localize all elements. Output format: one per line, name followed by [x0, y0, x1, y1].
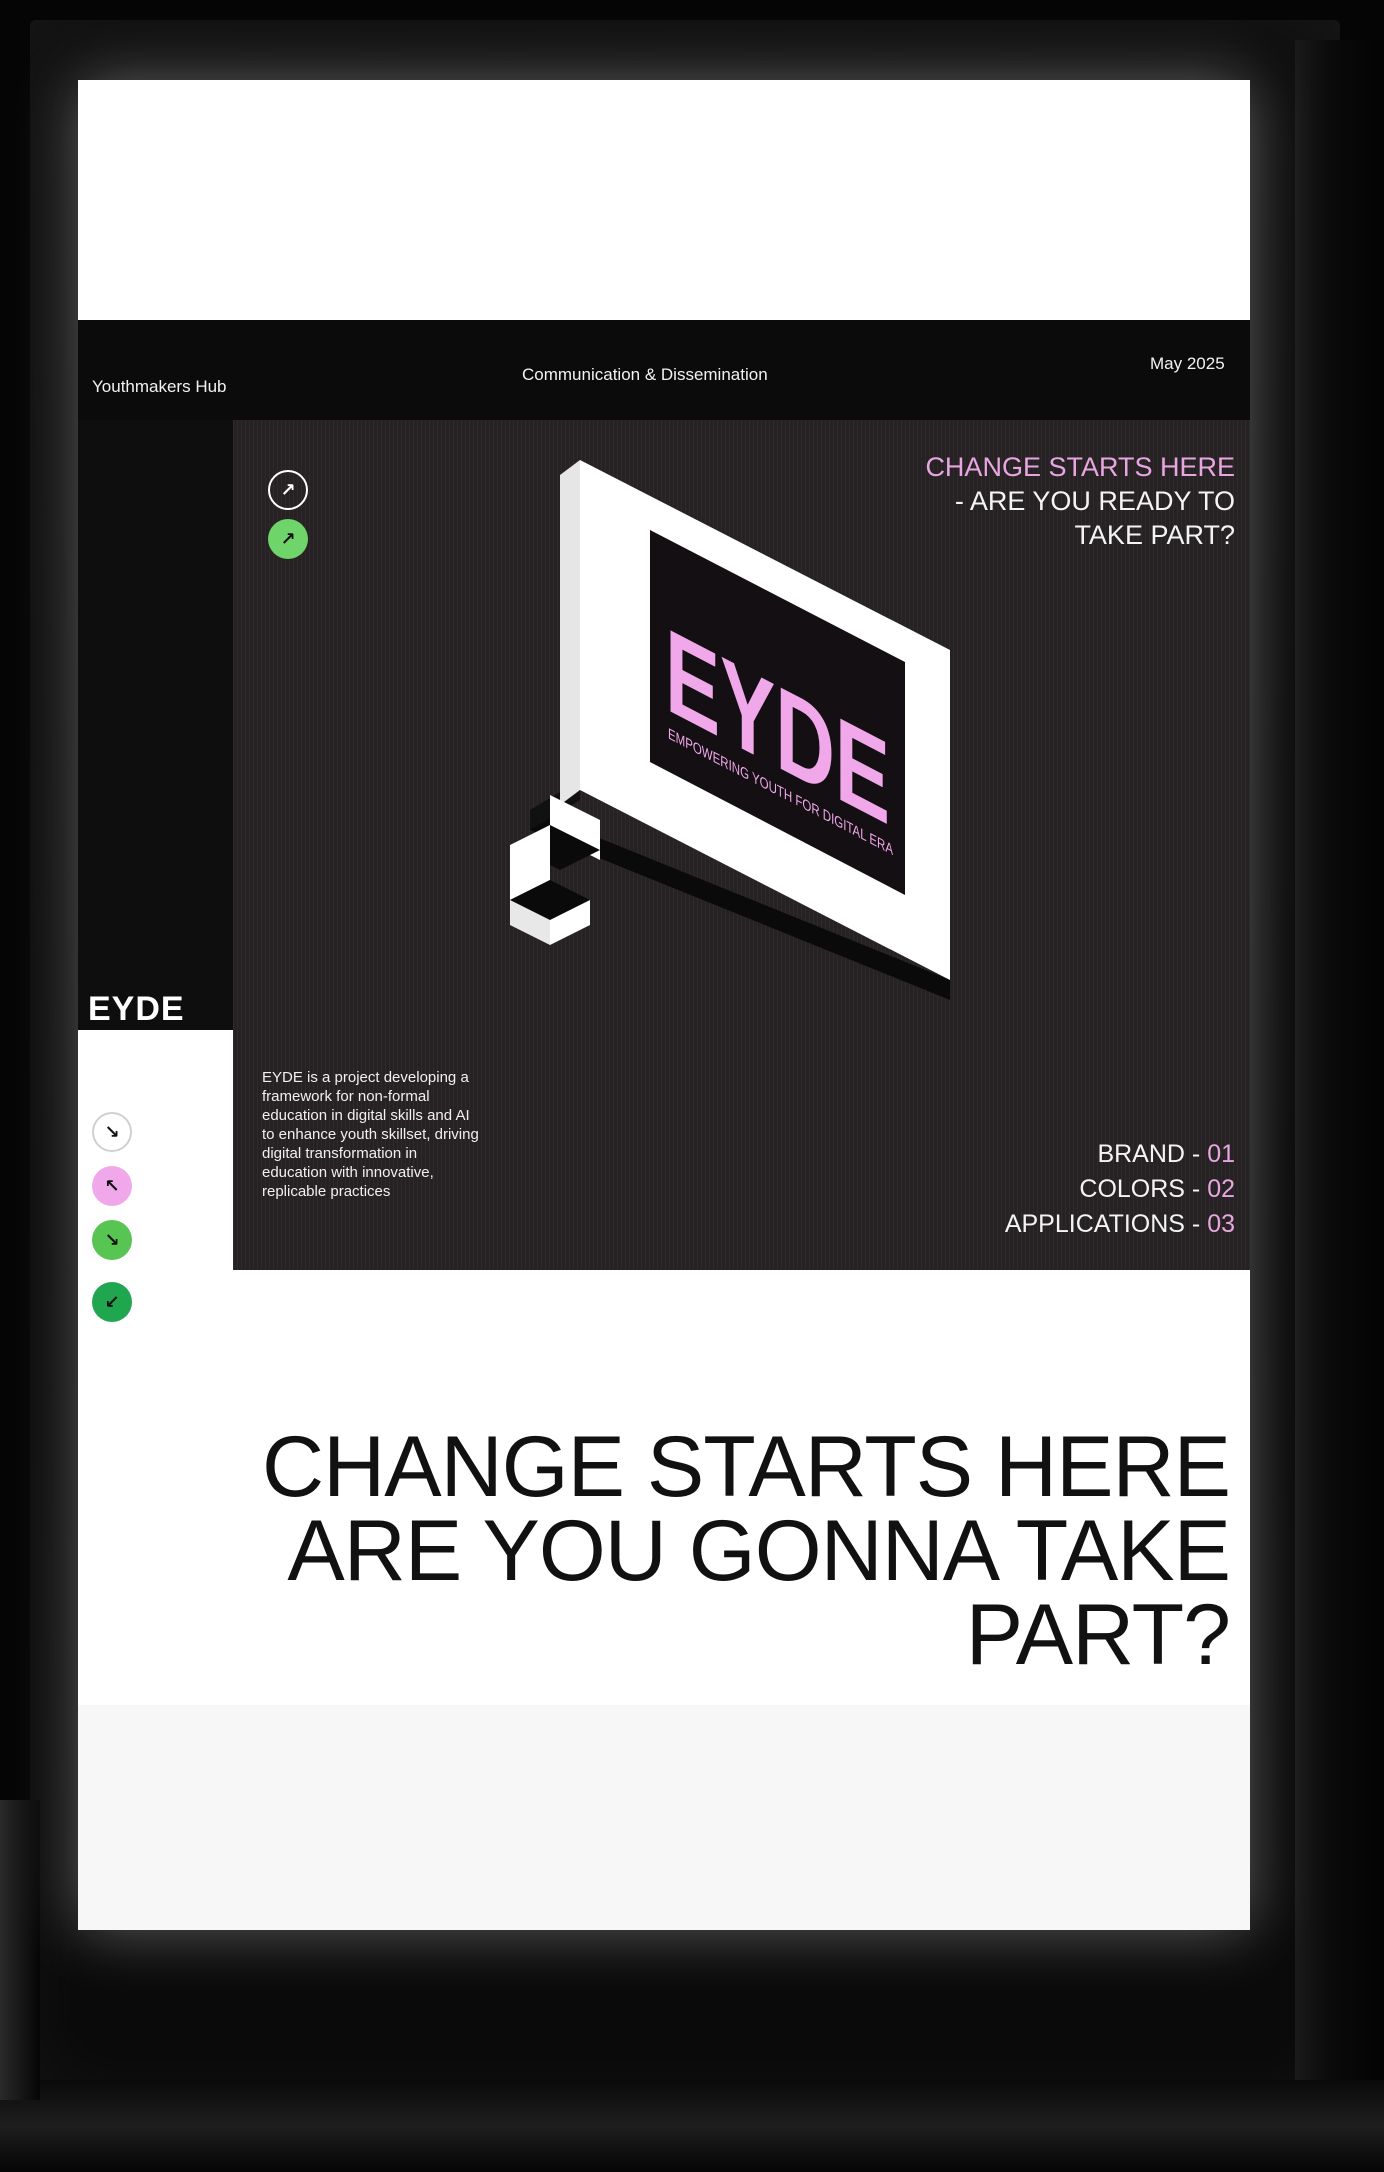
lightbox-side	[1295, 40, 1384, 2160]
index-label: APPLICATIONS -	[1004, 1210, 1208, 1238]
header-center: Communication & Dissemination	[522, 365, 768, 384]
side-wordmark: EYDE	[88, 990, 185, 1028]
description-line: to enhance youth skillset, driving	[262, 1126, 479, 1143]
floor-glow	[0, 2080, 1384, 2172]
header-right: May 2025	[1150, 354, 1225, 373]
description-line: framework for non-formal	[262, 1088, 430, 1105]
big-headline-line3: PART?	[965, 1587, 1231, 1683]
arrow-up-right-icon: ↗	[268, 470, 308, 510]
arrow-up-left-icon: ↖	[92, 1166, 132, 1206]
index-number: 01	[1207, 1140, 1235, 1168]
index-brand: BRAND - 01	[900, 1140, 1235, 1169]
index-applications: APPLICATIONS - 03	[900, 1210, 1235, 1239]
index-number: 02	[1207, 1175, 1235, 1203]
arrow-down-right-icon: ↘	[92, 1112, 132, 1152]
left-glow	[0, 1800, 40, 2100]
project-description: EYDE is a project developing a framework…	[262, 1068, 532, 1201]
left-column	[78, 420, 233, 1030]
index-colors: COLORS - 02	[900, 1175, 1235, 1204]
description-line: education with innovative,	[262, 1164, 434, 1181]
description-line: replicable practices	[262, 1183, 391, 1200]
sign-frame-side	[560, 460, 580, 805]
big-headline-line1: CHANGE STARTS HERE	[262, 1419, 1231, 1515]
big-headline: CHANGE STARTS HERE ARE YOU GONNA TAKE PA…	[220, 1419, 1231, 1683]
arrow-up-right-icon: ↗	[268, 519, 308, 559]
poster-bottom	[78, 1705, 1250, 1930]
description-line: digital transformation in	[262, 1145, 418, 1162]
big-headline-line2: ARE YOU GONNA TAKE	[287, 1503, 1231, 1599]
index-number: 03	[1207, 1210, 1235, 1238]
index-label: BRAND -	[1097, 1140, 1208, 1168]
description-line: education in digital skills and AI	[262, 1107, 470, 1124]
arrow-down-right-icon: ↘	[92, 1220, 132, 1260]
lightbox-scene: Youthmakers Hub Communication & Dissemin…	[0, 0, 1384, 2172]
index-label: COLORS -	[1079, 1175, 1208, 1203]
isometric-sign-illustration: EYDE EMPOWERING YOUTH FOR DIGITAL ERA	[510, 460, 950, 1000]
header-left: Youthmakers Hub	[92, 377, 227, 396]
arrow-down-left-icon: ↙	[92, 1282, 132, 1322]
description-line: EYDE is a project developing a	[262, 1069, 469, 1086]
